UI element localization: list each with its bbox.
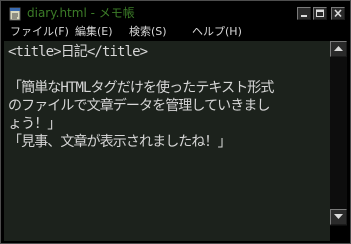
menu-file[interactable]: ファイル(F) — [10, 24, 69, 40]
minimize-icon — [301, 15, 307, 17]
size-grip[interactable] — [330, 226, 347, 241]
maximize-icon — [316, 9, 324, 17]
text-editor-area[interactable]: <title>日記</title> 「簡単なHTMLタグだけを使ったテキスト形式… — [4, 41, 330, 241]
editor-content[interactable]: <title>日記</title> 「簡単なHTMLタグだけを使ったテキスト形式… — [8, 43, 330, 151]
notepad-window: diary.html - メモ帳 ファイル(F) 編集(E) 検索(S) ヘルプ… — [0, 0, 351, 244]
scroll-up-button[interactable] — [330, 41, 347, 57]
close-icon — [334, 9, 342, 18]
close-button[interactable] — [331, 7, 345, 20]
notepad-icon[interactable] — [8, 6, 22, 21]
title-bar[interactable]: diary.html - メモ帳 — [3, 3, 348, 22]
menu-edit[interactable]: 編集(E) — [75, 24, 113, 40]
window-title: diary.html - メモ帳 — [27, 6, 135, 20]
arrow-down-icon — [334, 214, 343, 219]
scroll-down-button[interactable] — [330, 209, 347, 225]
menu-bar: ファイル(F) 編集(E) 検索(S) ヘルプ(H) — [3, 23, 348, 41]
maximize-button[interactable] — [313, 7, 327, 20]
vertical-scrollbar[interactable] — [330, 41, 347, 241]
minimize-button[interactable] — [297, 7, 311, 20]
menu-help[interactable]: ヘルプ(H) — [192, 24, 242, 40]
arrow-up-icon — [334, 46, 343, 51]
menu-search[interactable]: 検索(S) — [129, 24, 167, 40]
